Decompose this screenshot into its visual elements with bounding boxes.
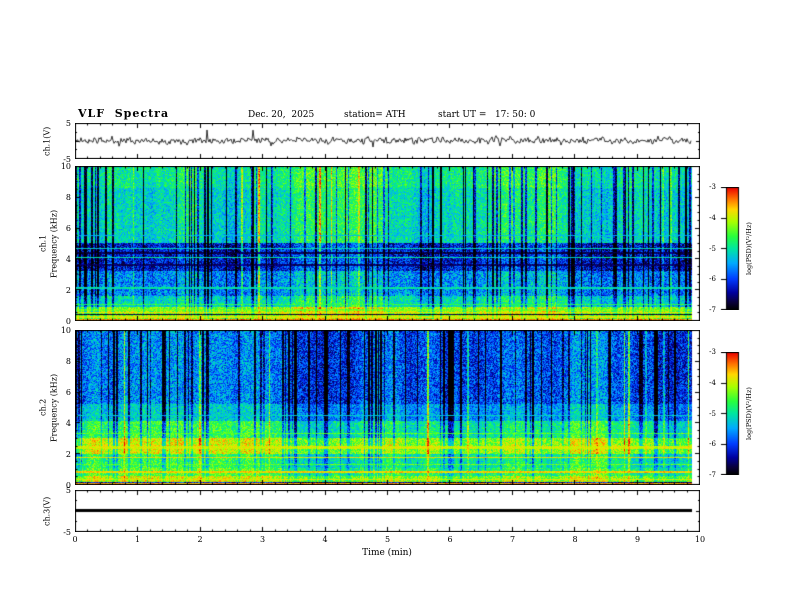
- ch1-waveform-canvas: [75, 123, 700, 159]
- spec1-y-tick-label-3: 6: [65, 224, 71, 233]
- ch3-waveform-canvas: [75, 490, 700, 532]
- cb2-tick-label-0: -3: [709, 348, 716, 356]
- spec1-y-tick-label-1: 2: [65, 286, 71, 295]
- spec2-y-tick-label-1: 2: [65, 450, 71, 459]
- x-tick-label-8: 8: [572, 535, 578, 544]
- ch1-spec-ylabel-channel: ch.1: [38, 234, 48, 253]
- cb2-tick-label-4: -7: [709, 471, 716, 479]
- figure-station: station= ATH: [344, 110, 406, 120]
- cb2-tick-label-2: -5: [709, 409, 716, 418]
- x-tick-label-10: 10: [694, 535, 706, 544]
- x-tick-label-3: 3: [259, 535, 266, 544]
- cb1-tick-label-1: -4: [709, 213, 716, 222]
- ch1-spec-ylabel-frequency: Frequency (kHz): [49, 209, 59, 278]
- ch2-spec-ylabel-frequency: Frequency (kHz): [49, 373, 59, 442]
- colorbar-1-label: log(PSD)(V²/Hz): [745, 222, 753, 275]
- cb2-tick-label-3: -6: [709, 440, 716, 449]
- wave3-y-tick-label-0: 5: [65, 486, 71, 495]
- colorbar-2-canvas: [718, 352, 740, 475]
- x-tick-label-1: 1: [134, 535, 141, 544]
- ch1-spectrogram-canvas: [75, 166, 700, 321]
- x-tick-label-6: 6: [447, 535, 453, 544]
- spec2-y-tick-label-5: 10: [60, 326, 71, 335]
- cb2-tick-label-1: -4: [709, 378, 716, 387]
- spec1-y-tick-label-0: 0: [65, 317, 71, 326]
- x-axis-label: Time (min): [362, 548, 412, 558]
- x-tick-label-7: 7: [509, 535, 516, 544]
- spec2-y-tick-label-3: 6: [65, 388, 71, 397]
- figure-start-ut: start UT = 17: 50: 0: [438, 110, 536, 120]
- x-tick-label-9: 9: [634, 535, 641, 544]
- ch3-wave-ylabel: ch.3(V): [42, 496, 52, 526]
- ch2-spec-ylabel-channel: ch.2: [38, 398, 48, 417]
- cb1-tick-label-3: -6: [709, 275, 716, 284]
- cb1-tick-label-2: -5: [709, 244, 716, 253]
- x-tick-label-5: 5: [384, 535, 391, 544]
- spec1-y-tick-label-4: 8: [65, 193, 71, 202]
- spec1-y-tick-label-2: 4: [65, 255, 71, 264]
- colorbar-2-label: log(PSD)(V²/Hz): [745, 387, 753, 440]
- figure-title: VLF Spectra: [78, 107, 170, 120]
- colorbar-1-canvas: [718, 187, 740, 310]
- wave1-y-tick-label-0: 5: [65, 119, 71, 128]
- wave3-y-tick-label-1: -5: [63, 528, 71, 537]
- spec2-y-tick-label-4: 8: [65, 357, 71, 366]
- spec2-y-tick-label-2: 4: [65, 419, 71, 428]
- x-tick-label-4: 4: [322, 535, 328, 544]
- x-tick-label-2: 2: [197, 535, 203, 544]
- figure-date: Dec. 20, 2025: [248, 110, 315, 120]
- cb1-tick-label-4: -7: [709, 306, 716, 314]
- ch1-wave-ylabel: ch.1(V): [42, 126, 52, 156]
- vlf-spectra-figure: VLF Spectra Dec. 20, 2025 station= ATH s…: [0, 0, 792, 612]
- cb1-tick-label-0: -3: [709, 183, 716, 191]
- wave1-y-tick-label-1: -5: [63, 155, 71, 164]
- ch2-spectrogram-canvas: [75, 330, 700, 485]
